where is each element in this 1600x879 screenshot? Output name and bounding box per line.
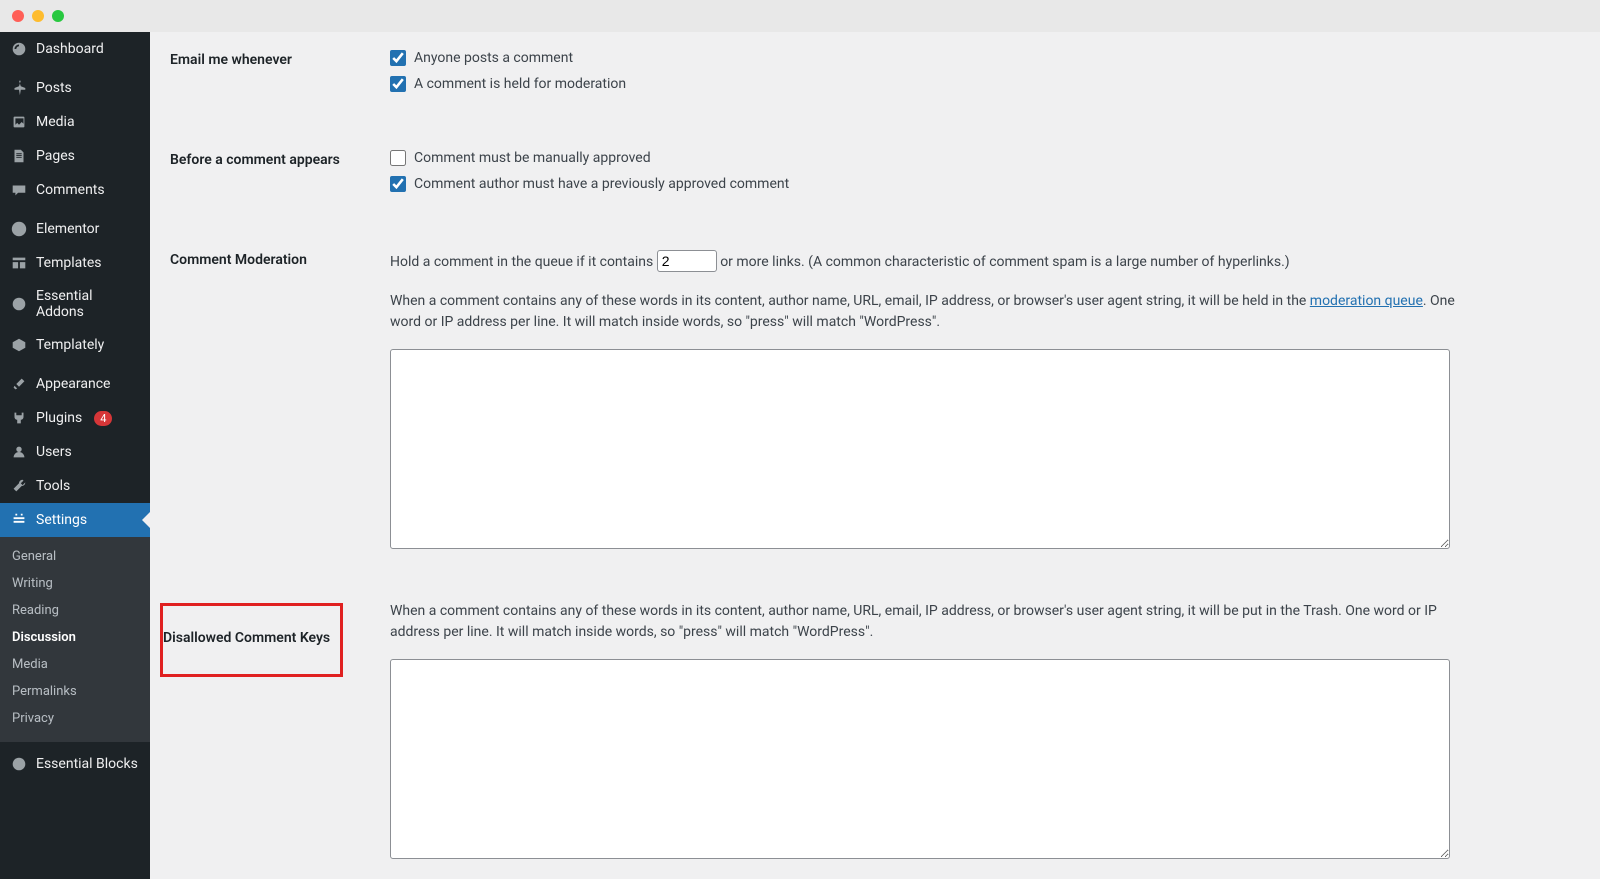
elementor-icon bbox=[10, 220, 28, 238]
disallowed-keys-label-wrapper: Disallowed Comment Keys bbox=[170, 601, 390, 677]
sidebar-item-label: Users bbox=[36, 444, 72, 460]
sidebar-item-tools[interactable]: Tools bbox=[0, 469, 150, 503]
email-anyone-posts-checkbox[interactable] bbox=[390, 50, 406, 66]
sidebar-item-settings[interactable]: Settings bbox=[0, 503, 150, 537]
prev-approved-checkbox[interactable] bbox=[390, 176, 406, 192]
sidebar-item-templately[interactable]: Templately bbox=[0, 328, 150, 362]
checkbox-label: A comment is held for moderation bbox=[414, 76, 626, 92]
sidebar-item-posts[interactable]: Posts bbox=[0, 71, 150, 105]
hold-suffix-text: or more links. (A common characteristic … bbox=[720, 254, 1289, 270]
sidebar-item-essential-blocks[interactable]: Essential Blocks bbox=[0, 747, 150, 781]
sidebar-item-label: Templates bbox=[36, 255, 102, 271]
submenu-media[interactable]: Media bbox=[0, 651, 150, 678]
manual-approve-checkbox[interactable] bbox=[390, 150, 406, 166]
page-icon bbox=[10, 147, 28, 165]
moderation-keys-textarea[interactable] bbox=[390, 349, 1450, 549]
email-whenever-label: Email me whenever bbox=[170, 50, 390, 68]
submenu-privacy[interactable]: Privacy bbox=[0, 705, 150, 732]
sidebar-item-pages[interactable]: Pages bbox=[0, 139, 150, 173]
max-links-input[interactable] bbox=[657, 250, 717, 272]
disallowed-keys-label: Disallowed Comment Keys bbox=[163, 630, 330, 646]
essential-blocks-icon bbox=[10, 755, 28, 773]
templately-icon bbox=[10, 336, 28, 354]
email-whenever-row: Email me whenever Anyone posts a comment… bbox=[170, 32, 1580, 102]
pin-icon bbox=[10, 79, 28, 97]
dashboard-icon bbox=[10, 40, 28, 58]
disallowed-keys-row: Disallowed Comment Keys When a comment c… bbox=[170, 583, 1580, 863]
submenu-writing[interactable]: Writing bbox=[0, 570, 150, 597]
hold-prefix-text: Hold a comment in the queue if it contai… bbox=[390, 254, 653, 270]
sidebar-item-plugins[interactable]: Plugins 4 bbox=[0, 401, 150, 435]
sidebar-item-label: Dashboard bbox=[36, 41, 104, 57]
settings-icon bbox=[10, 511, 28, 529]
moderation-queue-link[interactable]: moderation queue bbox=[1310, 293, 1423, 309]
close-window-icon[interactable] bbox=[12, 10, 24, 22]
sidebar-item-label: Pages bbox=[36, 148, 75, 164]
media-icon bbox=[10, 113, 28, 131]
sidebar-item-label: Tools bbox=[36, 478, 70, 494]
sidebar-item-elementor[interactable]: Elementor bbox=[0, 212, 150, 246]
submenu-general[interactable]: General bbox=[0, 543, 150, 570]
admin-sidebar: Dashboard Posts Media Pages Commen bbox=[0, 32, 150, 879]
email-anyone-posts-option[interactable]: Anyone posts a comment bbox=[390, 50, 1580, 66]
plugin-update-badge: 4 bbox=[94, 411, 112, 426]
submenu-reading[interactable]: Reading bbox=[0, 597, 150, 624]
email-held-moderation-checkbox[interactable] bbox=[390, 76, 406, 92]
main-content: Email me whenever Anyone posts a comment… bbox=[150, 32, 1600, 879]
email-held-moderation-option[interactable]: A comment is held for moderation bbox=[390, 76, 1580, 92]
sidebar-item-label: Comments bbox=[36, 182, 105, 198]
sidebar-item-dashboard[interactable]: Dashboard bbox=[0, 32, 150, 66]
comment-moderation-label: Comment Moderation bbox=[170, 250, 390, 268]
before-comment-row: Before a comment appears Comment must be… bbox=[170, 132, 1580, 202]
comment-icon bbox=[10, 181, 28, 199]
submenu-permalinks[interactable]: Permalinks bbox=[0, 678, 150, 705]
checkbox-label: Anyone posts a comment bbox=[414, 50, 573, 66]
plug-icon bbox=[10, 409, 28, 427]
sidebar-item-label: Posts bbox=[36, 80, 72, 96]
sidebar-item-label: Settings bbox=[36, 512, 87, 528]
manual-approve-option[interactable]: Comment must be manually approved bbox=[390, 150, 1580, 166]
sidebar-item-label: Media bbox=[36, 114, 75, 130]
highlight-annotation: Disallowed Comment Keys bbox=[160, 603, 343, 677]
disallowed-keys-description: When a comment contains any of these wor… bbox=[390, 601, 1460, 643]
sidebar-item-essential-addons[interactable]: Essential Addons bbox=[0, 280, 150, 328]
window-titlebar bbox=[0, 0, 1600, 32]
maximize-window-icon[interactable] bbox=[52, 10, 64, 22]
essential-addons-icon bbox=[10, 295, 28, 313]
sidebar-item-label: Plugins bbox=[36, 410, 82, 426]
wrench-icon bbox=[10, 477, 28, 495]
prev-approved-option[interactable]: Comment author must have a previously ap… bbox=[390, 176, 1580, 192]
brush-icon bbox=[10, 375, 28, 393]
disallowed-keys-textarea[interactable] bbox=[390, 659, 1450, 859]
sidebar-item-label: Elementor bbox=[36, 221, 99, 237]
sidebar-item-label: Essential Blocks bbox=[36, 756, 138, 772]
comment-moderation-row: Comment Moderation Hold a comment in the… bbox=[170, 232, 1580, 553]
template-icon bbox=[10, 254, 28, 272]
sidebar-item-users[interactable]: Users bbox=[0, 435, 150, 469]
sidebar-item-templates[interactable]: Templates bbox=[0, 246, 150, 280]
before-comment-label: Before a comment appears bbox=[170, 150, 390, 168]
submenu-discussion[interactable]: Discussion bbox=[0, 624, 150, 651]
sidebar-item-appearance[interactable]: Appearance bbox=[0, 367, 150, 401]
sidebar-item-label: Appearance bbox=[36, 376, 110, 392]
sidebar-item-comments[interactable]: Comments bbox=[0, 173, 150, 207]
settings-submenu: General Writing Reading Discussion Media… bbox=[0, 537, 150, 742]
sidebar-item-media[interactable]: Media bbox=[0, 105, 150, 139]
checkbox-label: Comment must be manually approved bbox=[414, 150, 651, 166]
sidebar-item-label: Templately bbox=[36, 337, 104, 353]
minimize-window-icon[interactable] bbox=[32, 10, 44, 22]
moderation-keys-description: When a comment contains any of these wor… bbox=[390, 291, 1460, 333]
sidebar-item-label: Essential Addons bbox=[36, 288, 140, 320]
user-icon bbox=[10, 443, 28, 461]
hold-links-description: Hold a comment in the queue if it contai… bbox=[390, 250, 1460, 273]
checkbox-label: Comment author must have a previously ap… bbox=[414, 176, 789, 192]
